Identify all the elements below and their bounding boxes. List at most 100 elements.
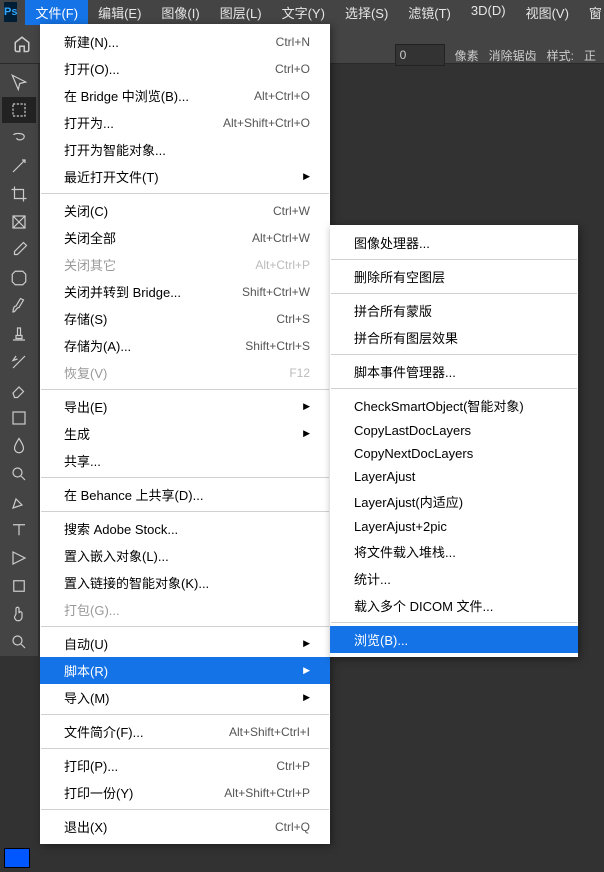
stamp-tool[interactable] [2,321,36,347]
scripts-submenu: 图像处理器... 删除所有空图层拼合所有蒙版拼合所有图层效果脚本事件管理器... C… [330,225,578,657]
menu-shortcut: Ctrl+P [276,759,310,773]
menu-entry[interactable]: 搜索 Adobe Stock... [40,515,330,542]
menu-entry[interactable]: LayerAjust [330,465,578,488]
menu-entry-label: 关闭其它 [64,255,116,274]
menu-entry[interactable]: LayerAjust+2pic [330,515,578,538]
menu-shortcut: Alt+Shift+Ctrl+P [224,786,310,800]
menu-entry[interactable]: 删除所有空图层 [330,263,578,290]
crop-tool[interactable] [2,181,36,207]
marquee-tool[interactable] [2,97,36,123]
foreground-swatch[interactable] [4,848,30,868]
menubar: Ps 文件(F)编辑(E)图像(I)图层(L)文字(Y)选择(S)滤镜(T)3D… [0,0,604,24]
menu-entry[interactable]: 导出(E) [40,393,330,420]
rect-icon [10,577,28,595]
separator [331,388,577,389]
history-tool[interactable] [2,349,36,375]
menu-entry[interactable]: 最近打开文件(T) [40,163,330,190]
menu-entry[interactable]: CopyLastDocLayers [330,419,578,442]
menu-item[interactable]: 3D(D) [461,0,516,25]
brush-tool[interactable] [2,293,36,319]
move-tool[interactable] [2,69,36,95]
menu-item[interactable]: 文件(F) [25,0,88,25]
menu-item[interactable]: 视图(V) [516,0,579,25]
separator [41,389,329,390]
feather-input[interactable] [395,44,445,66]
menu-shortcut: Alt+Shift+Ctrl+O [223,116,310,130]
menu-entry[interactable]: 在 Bridge 中浏览(B)...Alt+Ctrl+O [40,82,330,109]
wand-icon [10,157,28,175]
menu-entry[interactable]: 图像处理器... [330,229,578,256]
lasso-tool[interactable] [2,125,36,151]
menu-entry[interactable]: 脚本(R) [40,657,330,684]
menu-entry[interactable]: LayerAjust(内适应) [330,488,578,515]
menu-item[interactable]: 图层(L) [210,0,272,25]
gradient-tool[interactable] [2,405,36,431]
menu-entry[interactable]: 将文件载入堆栈... [330,538,578,565]
menu-entry[interactable]: 共享... [40,447,330,474]
menu-entry[interactable]: 置入链接的智能对象(K)... [40,569,330,596]
menu-entry[interactable]: 自动(U) [40,630,330,657]
home-icon[interactable] [10,32,34,56]
menu-entry[interactable]: 拼合所有蒙版 [330,297,578,324]
eraser-tool[interactable] [2,377,36,403]
brush-icon [10,297,28,315]
menu-entry[interactable]: 关闭并转到 Bridge...Shift+Ctrl+W [40,278,330,305]
menu-entry[interactable]: 打印一份(Y)Alt+Shift+Ctrl+P [40,779,330,806]
menu-entry-label: 拼合所有图层效果 [354,328,458,347]
menu-entry-label: 统计... [354,569,391,588]
menu-entry[interactable]: 生成 [40,420,330,447]
crop-icon [10,185,28,203]
blur-tool[interactable] [2,433,36,459]
menu-entry[interactable]: 打开(O)...Ctrl+O [40,55,330,82]
menu-entry[interactable]: 在 Behance 上共享(D)... [40,481,330,508]
menu-entry[interactable]: CheckSmartObject(智能对象) [330,392,578,419]
menu-entry[interactable]: 打开为智能对象... [40,136,330,163]
menu-entry[interactable]: 浏览(B)... [330,626,578,653]
menu-entry[interactable]: 打开为...Alt+Shift+Ctrl+O [40,109,330,136]
menu-entry[interactable]: 导入(M) [40,684,330,711]
menu-entry-label: 恢复(V) [64,363,107,382]
dodge-icon [10,465,28,483]
path-tool[interactable] [2,545,36,571]
menu-item[interactable]: 编辑(E) [88,0,151,25]
menu-shortcut: F12 [289,366,310,380]
patch-tool[interactable] [2,265,36,291]
menu-entry[interactable]: 关闭(C)Ctrl+W [40,197,330,224]
pen-tool[interactable] [2,489,36,515]
lasso-icon [10,129,28,147]
dodge-tool[interactable] [2,461,36,487]
menu-item[interactable]: 文字(Y) [272,0,335,25]
menu-item[interactable]: 图像(I) [151,0,209,25]
hand-tool[interactable] [2,601,36,627]
eyedrop-tool[interactable] [2,237,36,263]
wand-tool[interactable] [2,153,36,179]
menu-entry[interactable]: 存储(S)Ctrl+S [40,305,330,332]
menu-item[interactable]: 窗 [579,0,604,25]
rect-tool[interactable] [2,573,36,599]
file-menu-dropdown: 新建(N)...Ctrl+N打开(O)...Ctrl+O在 Bridge 中浏览… [40,24,330,844]
style-label: 样式: [547,47,574,64]
menu-entry[interactable]: 拼合所有图层效果 [330,324,578,351]
menu-entry[interactable]: 打印(P)...Ctrl+P [40,752,330,779]
antialias-label: 消除锯齿 [489,47,537,64]
menu-entry[interactable]: 退出(X)Ctrl+Q [40,813,330,840]
menu-entry[interactable]: 载入多个 DICOM 文件... [330,592,578,619]
menu-entry[interactable]: 新建(N)...Ctrl+N [40,28,330,55]
menu-item[interactable]: 选择(S) [335,0,398,25]
menu-entry-label: 图像处理器... [354,233,430,252]
menu-entry-label: 存储(S) [64,309,107,328]
menu-entry[interactable]: 文件简介(F)...Alt+Shift+Ctrl+I [40,718,330,745]
menu-entry[interactable]: 置入嵌入对象(L)... [40,542,330,569]
menu-entry[interactable]: 统计... [330,565,578,592]
zoom-tool[interactable] [2,629,36,655]
menu-entry-label: 拼合所有蒙版 [354,301,432,320]
menu-entry[interactable]: CopyNextDocLayers [330,442,578,465]
menu-entry[interactable]: 脚本事件管理器... [330,358,578,385]
menu-entry[interactable]: 关闭全部Alt+Ctrl+W [40,224,330,251]
frame-tool[interactable] [2,209,36,235]
menu-entry[interactable]: 存储为(A)...Shift+Ctrl+S [40,332,330,359]
menu-item[interactable]: 滤镜(T) [398,0,461,25]
marquee-icon [10,101,28,119]
separator [41,748,329,749]
type-tool[interactable] [2,517,36,543]
